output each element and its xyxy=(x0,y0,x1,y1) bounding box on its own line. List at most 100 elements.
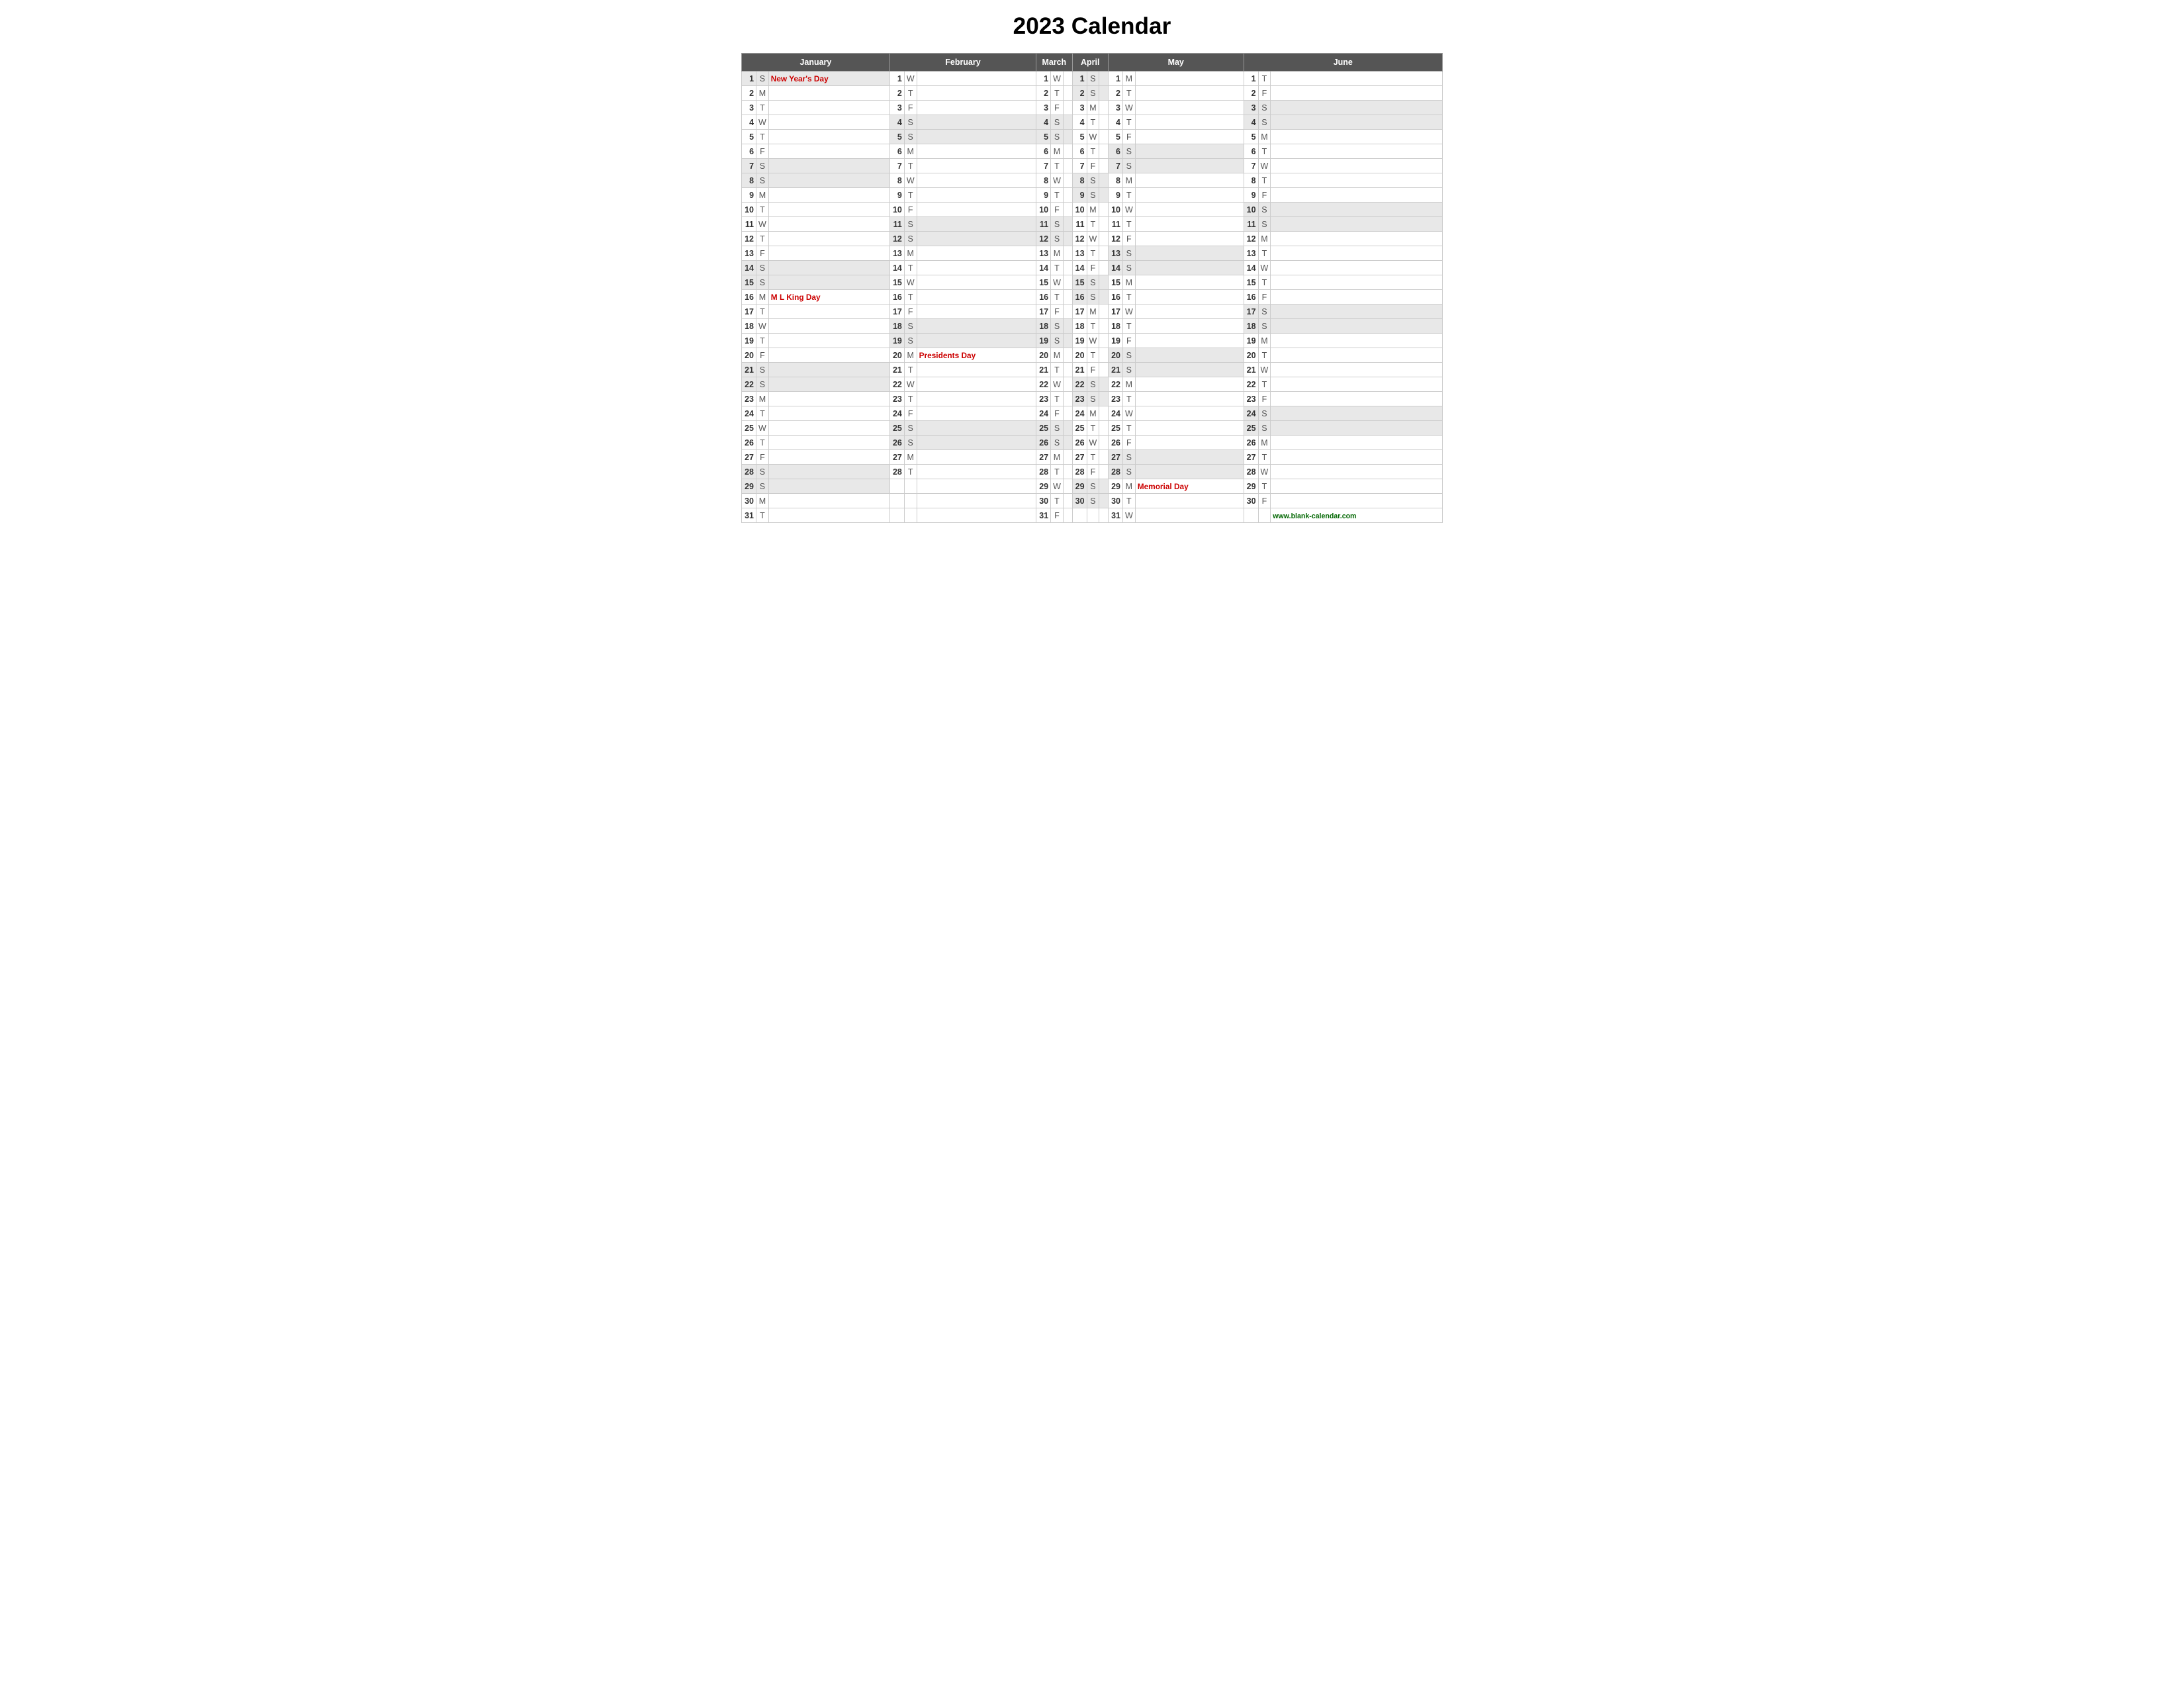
day-number: 2 xyxy=(889,86,904,101)
day-event xyxy=(1099,348,1109,363)
day-number: 22 xyxy=(1072,377,1087,392)
day-letter: W xyxy=(1087,130,1099,144)
day-number: 26 xyxy=(1108,436,1122,450)
day-letter: W xyxy=(756,421,769,436)
day-event xyxy=(768,173,889,188)
day-event xyxy=(1271,101,1443,115)
day-event xyxy=(1135,71,1244,86)
day-event xyxy=(1063,305,1072,319)
table-row: 5T5S5S5W5F5M xyxy=(742,130,1443,144)
day-number: 27 xyxy=(742,450,756,465)
day-event xyxy=(917,363,1036,377)
day-event xyxy=(1063,173,1072,188)
day-number: 16 xyxy=(1036,290,1051,305)
day-event xyxy=(1135,319,1244,334)
day-event xyxy=(1063,144,1072,159)
day-letter: T xyxy=(1087,450,1099,465)
day-number: 30 xyxy=(1108,494,1122,508)
day-event xyxy=(1135,261,1244,275)
day-event xyxy=(917,217,1036,232)
day-number: 26 xyxy=(742,436,756,450)
day-event xyxy=(1271,71,1443,86)
day-number: 11 xyxy=(1244,217,1258,232)
day-number: 9 xyxy=(742,188,756,203)
day-letter: W xyxy=(1087,334,1099,348)
day-event xyxy=(1135,159,1244,173)
day-letter: S xyxy=(904,130,917,144)
day-letter: F xyxy=(756,450,769,465)
day-event xyxy=(1099,377,1109,392)
day-number: 23 xyxy=(1108,392,1122,406)
calendar-table: JanuaryFebruaryMarchAprilMayJune1SNew Ye… xyxy=(741,53,1443,523)
day-number: 5 xyxy=(1108,130,1122,144)
table-row: 21S21T21T21F21S21W xyxy=(742,363,1443,377)
day-event xyxy=(1271,494,1443,508)
day-number: 15 xyxy=(1036,275,1051,290)
day-event xyxy=(1135,275,1244,290)
day-letter: F xyxy=(756,246,769,261)
day-event xyxy=(1271,261,1443,275)
website-link[interactable]: www.blank-calendar.com xyxy=(1273,512,1356,520)
day-letter: W xyxy=(756,115,769,130)
day-event xyxy=(1271,348,1443,363)
table-row: 4W4S4S4T4T4S xyxy=(742,115,1443,130)
day-number: 7 xyxy=(1036,159,1051,173)
day-number: 17 xyxy=(1072,305,1087,319)
day-letter: F xyxy=(1051,508,1064,523)
day-letter: F xyxy=(1051,406,1064,421)
day-number: 29 xyxy=(1072,479,1087,494)
empty-cell xyxy=(917,508,1036,523)
day-number: 14 xyxy=(742,261,756,275)
day-event xyxy=(1099,450,1109,465)
day-letter: W xyxy=(756,217,769,232)
day-number: 27 xyxy=(1036,450,1051,465)
day-letter: M xyxy=(1122,71,1135,86)
day-letter: M xyxy=(1051,246,1064,261)
day-event xyxy=(1099,494,1109,508)
day-number: 4 xyxy=(742,115,756,130)
day-event xyxy=(1271,392,1443,406)
day-letter: T xyxy=(1051,188,1064,203)
day-event xyxy=(1063,436,1072,450)
day-number: 12 xyxy=(1108,232,1122,246)
day-event: Memorial Day xyxy=(1135,479,1244,494)
empty-cell xyxy=(889,494,904,508)
day-letter: T xyxy=(1122,217,1135,232)
day-letter: S xyxy=(1258,101,1271,115)
day-number: 26 xyxy=(1036,436,1051,450)
table-row: 7S7T7T7F7S7W xyxy=(742,159,1443,173)
day-letter: T xyxy=(1258,377,1271,392)
day-letter: T xyxy=(904,261,917,275)
day-letter: T xyxy=(1087,115,1099,130)
day-event xyxy=(1271,115,1443,130)
day-letter: S xyxy=(1122,261,1135,275)
day-event xyxy=(1271,465,1443,479)
day-letter: S xyxy=(756,465,769,479)
day-number: 14 xyxy=(1072,261,1087,275)
day-event xyxy=(768,377,889,392)
day-event xyxy=(1271,363,1443,377)
day-number: 28 xyxy=(1072,465,1087,479)
day-letter: M xyxy=(1087,406,1099,421)
day-letter: M xyxy=(1087,203,1099,217)
day-number: 6 xyxy=(889,144,904,159)
day-letter: S xyxy=(756,363,769,377)
day-event xyxy=(1135,188,1244,203)
day-number: 9 xyxy=(889,188,904,203)
day-letter: S xyxy=(1087,173,1099,188)
day-event xyxy=(1135,101,1244,115)
day-number: 18 xyxy=(1108,319,1122,334)
day-event xyxy=(1271,377,1443,392)
table-row: 14S14T14T14F14S14W xyxy=(742,261,1443,275)
day-event xyxy=(917,246,1036,261)
day-letter: M xyxy=(904,348,917,363)
day-letter: S xyxy=(756,261,769,275)
day-event xyxy=(1135,363,1244,377)
day-event xyxy=(1135,203,1244,217)
day-letter: W xyxy=(904,275,917,290)
day-letter: W xyxy=(1258,159,1271,173)
day-letter: W xyxy=(1051,275,1064,290)
day-number: 9 xyxy=(1108,188,1122,203)
day-number: 19 xyxy=(742,334,756,348)
day-event xyxy=(917,377,1036,392)
